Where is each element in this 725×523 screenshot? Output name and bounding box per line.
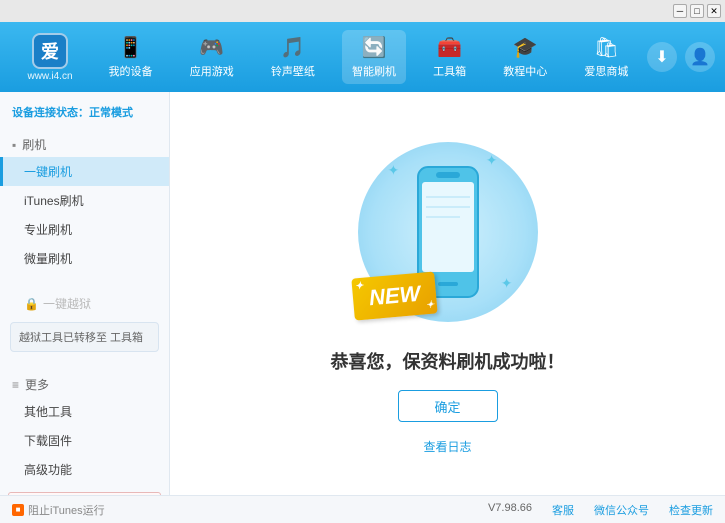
flash-section-title: ▪ 刷机	[0, 132, 169, 157]
version-label: V7.98.66	[488, 502, 532, 518]
nav-tutorials-label: 教程中心	[503, 63, 547, 79]
more-section-title: ≡ 更多	[0, 372, 169, 397]
nav-toolbox[interactable]: 🧰 工具箱	[423, 30, 476, 84]
nav-my-device-label: 我的设备	[109, 63, 153, 79]
footer-left: ■ 阻止iTunes运行	[12, 502, 488, 518]
user-button[interactable]: 👤	[685, 42, 715, 72]
content-area: ✦ ✦ ✦	[170, 92, 725, 495]
sparkle-icon-3: ✦	[501, 275, 513, 292]
header-right: ⬇ 👤	[647, 42, 715, 72]
minimize-btn[interactable]: ─	[673, 4, 687, 18]
flash-section-icon: ▪	[12, 138, 16, 152]
flash-section: ▪ 刷机 一键刷机 iTunes刷机 专业刷机 微量刷机	[0, 128, 169, 277]
sidebar-pro-flash[interactable]: 专业刷机	[0, 215, 169, 244]
wechat-link[interactable]: 微信公众号	[594, 502, 649, 518]
smart-flash-icon: 🔄	[362, 35, 387, 60]
nav-smart-flash[interactable]: 🔄 智能刷机	[342, 30, 406, 84]
stop-icon: ■	[12, 504, 24, 516]
flash-section-label: 刷机	[22, 136, 46, 153]
footer-right: V7.98.66 客服 微信公众号 检查更新	[488, 502, 713, 518]
status-label: 设备连接状态：	[12, 107, 89, 119]
sidebar-itunes-flash[interactable]: iTunes刷机	[0, 186, 169, 215]
logo-url: www.i4.cn	[27, 71, 72, 82]
customer-service-link[interactable]: 客服	[552, 502, 574, 518]
logo-icon: 爱	[32, 33, 68, 69]
nav-tutorials[interactable]: 🎓 教程中心	[493, 30, 557, 84]
sidebar-advanced[interactable]: 高级功能	[0, 455, 169, 484]
header: 爱 www.i4.cn 📱 我的设备 🎮 应用游戏 🎵 铃声壁纸 🔄 智能刷机 …	[0, 22, 725, 92]
sparkle-icon-2: ✦	[486, 152, 498, 169]
apps-games-icon: 🎮	[199, 35, 224, 60]
footer: ■ 阻止iTunes运行 V7.98.66 客服 微信公众号 检查更新	[0, 495, 725, 523]
stop-itunes-label: 阻止iTunes运行	[28, 502, 105, 518]
nav-mall[interactable]: 🛍 爱思商城	[574, 30, 638, 84]
nav-bar: 📱 我的设备 🎮 应用游戏 🎵 铃声壁纸 🔄 智能刷机 🧰 工具箱 🎓 教程中心…	[90, 30, 647, 84]
confirm-button[interactable]: 确定	[398, 390, 498, 422]
sparkle-icon-1: ✦	[388, 162, 400, 179]
checkboxes-row: ✓ 自动恢复 ✓ 跳过向导	[8, 492, 161, 495]
close-btn[interactable]: ✕	[707, 4, 721, 18]
status-value: 正常模式	[89, 107, 133, 119]
tutorials-icon: 🎓	[513, 35, 538, 60]
maximize-btn[interactable]: □	[690, 4, 704, 18]
more-section-label: 更多	[25, 376, 49, 393]
check-update-link[interactable]: 检查更新	[669, 502, 713, 518]
sidebar-download-firmware[interactable]: 下载固件	[0, 426, 169, 455]
phone-illustration: ✦ ✦ ✦	[348, 132, 548, 332]
success-message: 恭喜您，保资料刷机成功啦！	[331, 348, 565, 374]
nav-mall-label: 爱思商城	[584, 63, 628, 79]
view-log-link[interactable]: 查看日志	[423, 438, 471, 455]
toolbox-icon: 🧰	[437, 35, 462, 60]
nav-ringtones-label: 铃声壁纸	[271, 63, 315, 79]
sidebar-wipe-flash[interactable]: 微量刷机	[0, 244, 169, 273]
mall-icon: 🛍	[594, 35, 619, 60]
sidebar: 设备连接状态：正常模式 ▪ 刷机 一键刷机 iTunes刷机 专业刷机 微量刷机…	[0, 92, 170, 495]
new-badge: NEW	[351, 271, 438, 320]
title-bar: ─ □ ✕	[0, 0, 725, 22]
more-section-icon: ≡	[12, 378, 19, 392]
jailbreak-label: 一键越狱	[43, 295, 91, 312]
sidebar-other-tools[interactable]: 其他工具	[0, 397, 169, 426]
nav-toolbox-label: 工具箱	[433, 63, 466, 79]
jailbreak-title: 🔒 一键越狱	[0, 289, 169, 318]
nav-apps-games[interactable]: 🎮 应用游戏	[180, 30, 244, 84]
nav-ringtones[interactable]: 🎵 铃声壁纸	[261, 30, 325, 84]
download-button[interactable]: ⬇	[647, 42, 677, 72]
connection-status: 设备连接状态：正常模式	[0, 100, 169, 128]
more-section: ≡ 更多 其他工具 下载固件 高级功能	[0, 368, 169, 488]
jailbreak-section: 🔒 一键越狱 越狱工具已转移至 工具箱	[0, 285, 169, 360]
logo[interactable]: 爱 www.i4.cn	[10, 33, 90, 82]
success-area: ✦ ✦ ✦	[331, 132, 565, 455]
nav-apps-games-label: 应用游戏	[190, 63, 234, 79]
main-area: 设备连接状态：正常模式 ▪ 刷机 一键刷机 iTunes刷机 专业刷机 微量刷机…	[0, 92, 725, 495]
lock-icon: 🔒	[24, 297, 39, 311]
nav-my-device[interactable]: 📱 我的设备	[99, 30, 163, 84]
jailbreak-info: 越狱工具已转移至 工具箱	[10, 322, 159, 352]
my-device-icon: 📱	[118, 35, 143, 60]
stop-itunes-button[interactable]: ■ 阻止iTunes运行	[12, 502, 105, 518]
ringtones-icon: 🎵	[280, 35, 305, 60]
sidebar-one-key-flash[interactable]: 一键刷机	[0, 157, 169, 186]
nav-smart-flash-label: 智能刷机	[352, 63, 396, 79]
